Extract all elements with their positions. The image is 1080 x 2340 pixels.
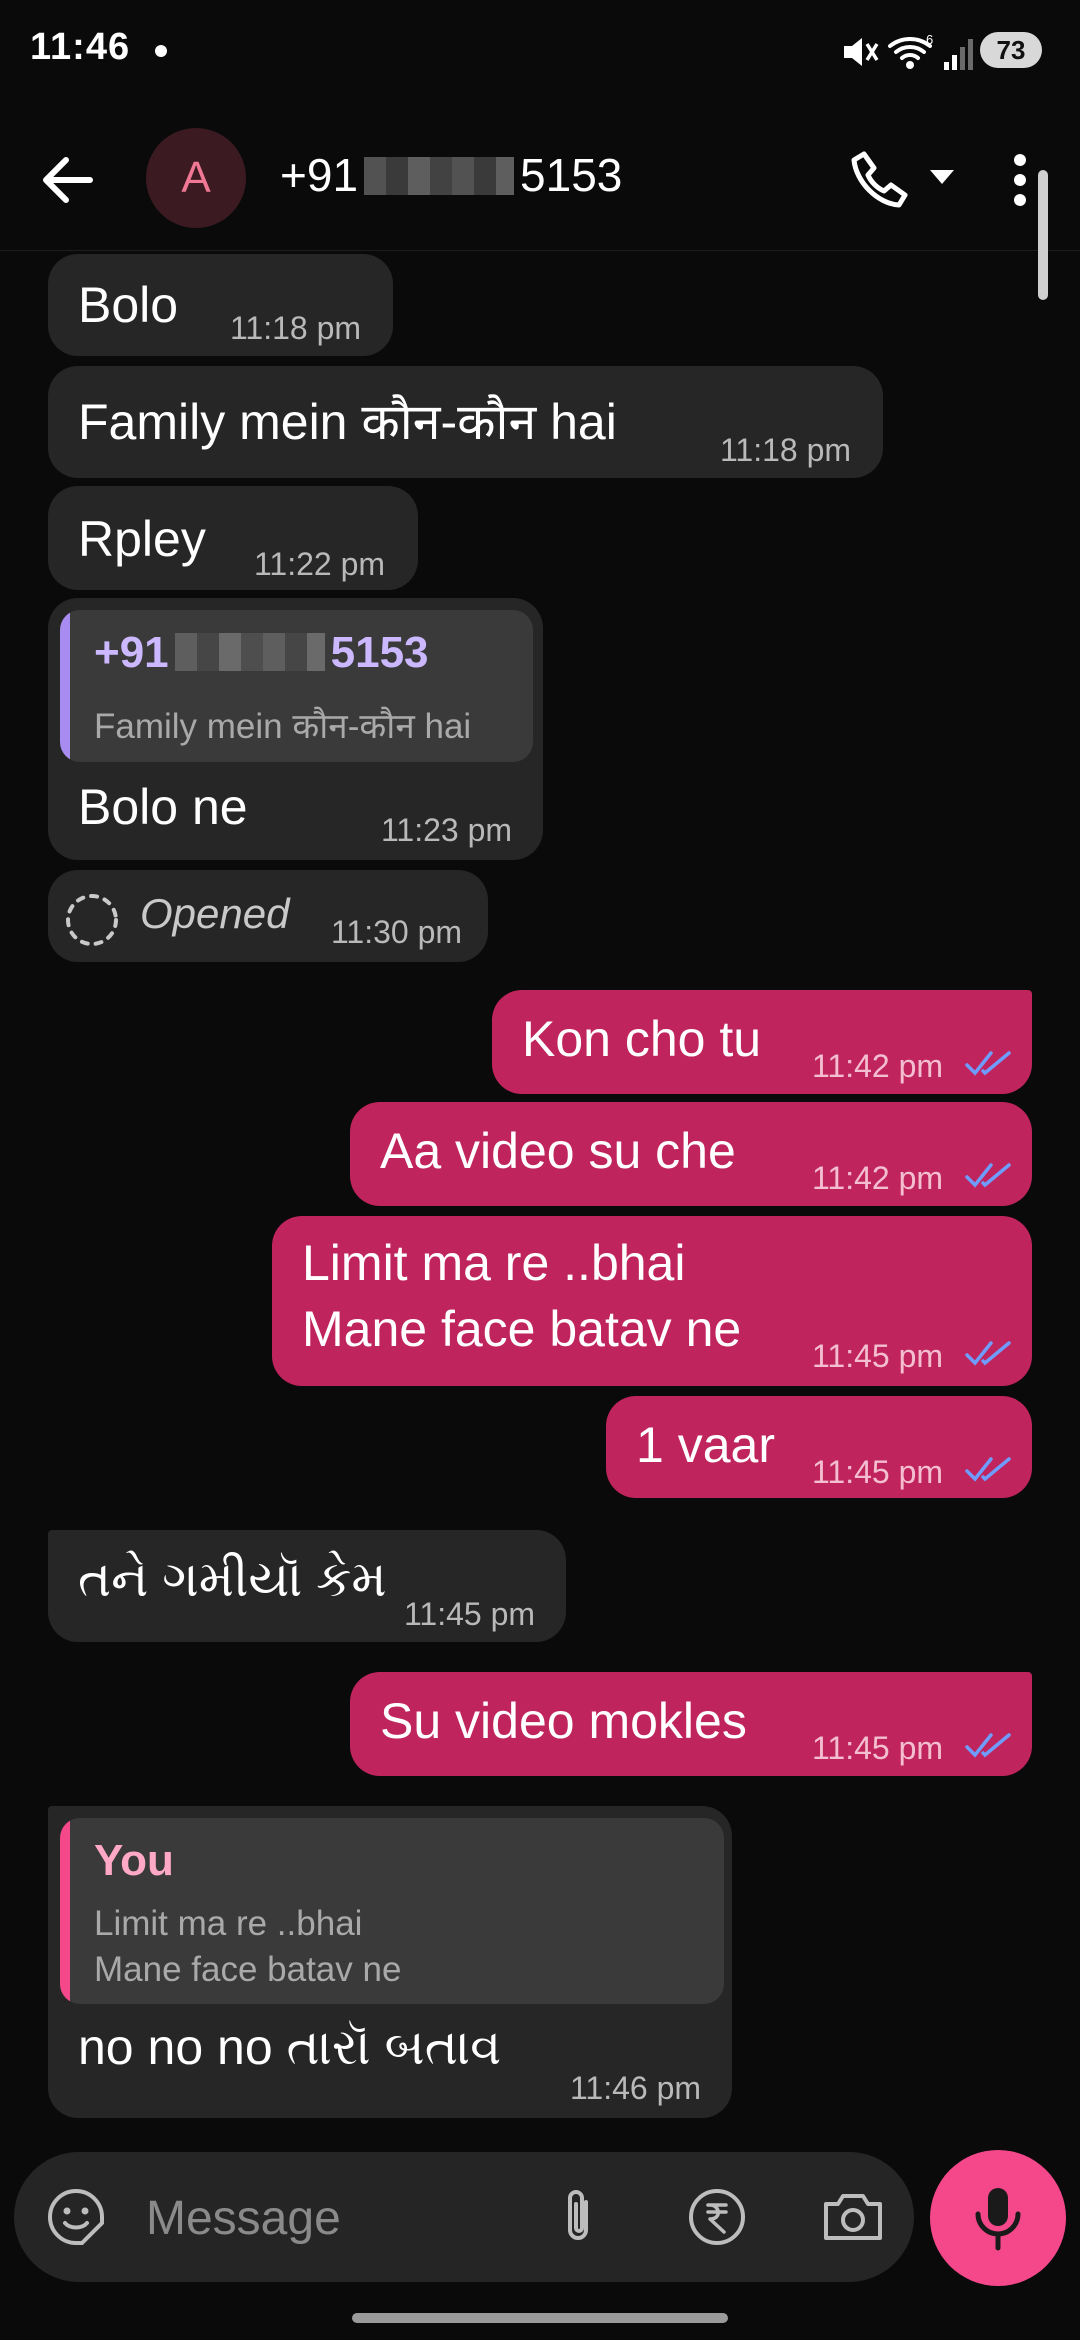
status-time: 11:46 [30,26,131,68]
message-list: Bolo 11:18 pm Family mein कौन-कौन hai 11… [0,250,1080,2130]
message-time: 11:18 pm [720,432,852,468]
camera-icon[interactable] [820,2186,886,2248]
read-ticks-icon [965,1341,1011,1366]
read-ticks-icon [965,1457,1011,1482]
message-text: Bolo [78,277,179,333]
contact-suffix: 5153 [520,149,623,201]
contact-avatar[interactable]: A [146,128,246,228]
opened-status-icon [66,894,118,946]
back-arrow-icon[interactable] [30,140,110,220]
microphone-icon [975,2188,1021,2251]
message-time: 11:23 pm [381,812,513,848]
voice-record-button[interactable] [930,2150,1066,2286]
quoted-message[interactable]: +91 5153 Family mein कौन-कौन hai [60,610,533,762]
quote-line: Limit ma re ..bhai [94,1904,363,1943]
message-bubble-incoming[interactable]: તને ગમીયૉ કેમ 11:45 pm [48,1530,566,1642]
redacted-digits [364,157,515,195]
message-line: Mane face batav ne [302,1301,742,1357]
message-time: 11:22 pm [254,546,386,582]
message-time: 11:45 pm [404,1596,536,1632]
message-bubble-incoming[interactable]: Rpley 11:22 pm [48,486,418,590]
home-indicator[interactable] [352,2313,728,2323]
message-input[interactable] [144,2182,548,2254]
contact-prefix: +91 [280,149,359,201]
quote-accent-bar [60,1818,70,2004]
rupee-payment-icon[interactable] [686,2186,748,2248]
message-time: 11:30 pm [331,914,463,950]
message-text: તને ગમીયૉ કેમ [78,1551,387,1607]
conversation-header: A +91 5153 [0,110,1080,251]
message-text: Kon cho tu [522,1011,762,1067]
message-bubble-outgoing[interactable]: Su video mokles 11:45 pm [350,1672,1032,1776]
message-time: 11:18 pm [230,310,362,346]
message-time: 11:45 pm [812,1730,944,1766]
svg-text:6: 6 [926,32,933,47]
status-bar: 11:46 6 73 [0,0,1080,110]
message-time: 11:42 pm [812,1048,944,1084]
message-time: 11:42 pm [812,1160,944,1196]
quote-author: +91 5153 [94,628,429,678]
quote-author: You [94,1836,174,1885]
message-text: 1 vaar [636,1417,775,1473]
message-bubble-incoming[interactable]: +91 5153 Family mein कौन-कौन hai Bolo ne … [48,598,543,860]
message-text: Bolo ne [78,779,248,835]
message-bubble-outgoing[interactable]: 1 vaar 11:45 pm [606,1396,1032,1498]
message-composer [14,2152,914,2282]
read-ticks-icon [965,1051,1011,1076]
wifi-icon: 6 [888,32,933,69]
message-bubble-outgoing[interactable]: Limit ma re ..bhai Mane face batav ne 11… [272,1216,1032,1386]
quote-accent-bar [60,610,70,762]
status-icons: 6 73 [820,28,1080,78]
message-line: Limit ma re ..bhai [302,1235,686,1291]
message-bubble-incoming[interactable]: Opened 11:30 pm [48,870,488,962]
read-ticks-icon [965,1163,1011,1188]
sticker-emoji-icon[interactable] [44,2185,108,2249]
message-text: Rpley [78,511,206,567]
message-bubble-incoming[interactable]: Family mein कौन-कौन hai 11:18 pm [48,366,883,478]
message-bubble-outgoing[interactable]: Aa video su che 11:42 pm [350,1102,1032,1206]
message-bubble-incoming[interactable]: Bolo 11:18 pm [48,254,393,356]
quoted-message[interactable]: You Limit ma re ..bhai Mane face batav n… [60,1818,724,2004]
paperclip-icon[interactable] [550,2186,610,2248]
opened-status-text: Opened [140,890,290,937]
redacted-digits [174,633,325,671]
notification-dot [155,45,167,57]
message-text: no no no તારૉ બતાવ [78,2019,502,2075]
quote-author-suffix: 5153 [330,628,429,677]
mute-icon [844,38,879,66]
chevron-down-icon[interactable] [922,156,962,196]
message-text: Family mein कौन-कौन hai [78,394,617,450]
battery-level: 73 [980,32,1042,68]
message-time: 11:45 pm [812,1338,944,1374]
signal-icon [944,39,973,70]
message-text: Su video mokles [380,1693,747,1749]
message-time: 11:45 pm [812,1454,944,1490]
quote-text: Family mein कौन-कौन hai [94,707,472,746]
message-text: Aa video su che [380,1123,736,1179]
read-ticks-icon [965,1733,1011,1758]
phone-icon[interactable] [840,140,920,220]
message-time: 11:46 pm [570,2070,702,2106]
message-bubble-incoming[interactable]: You Limit ma re ..bhai Mane face batav n… [48,1806,732,2118]
quote-line: Mane face batav ne [94,1950,402,1989]
message-bubble-outgoing[interactable]: Kon cho tu 11:42 pm [492,990,1032,1094]
quote-author-prefix: +91 [94,628,169,677]
contact-name[interactable]: +91 5153 [280,148,622,202]
